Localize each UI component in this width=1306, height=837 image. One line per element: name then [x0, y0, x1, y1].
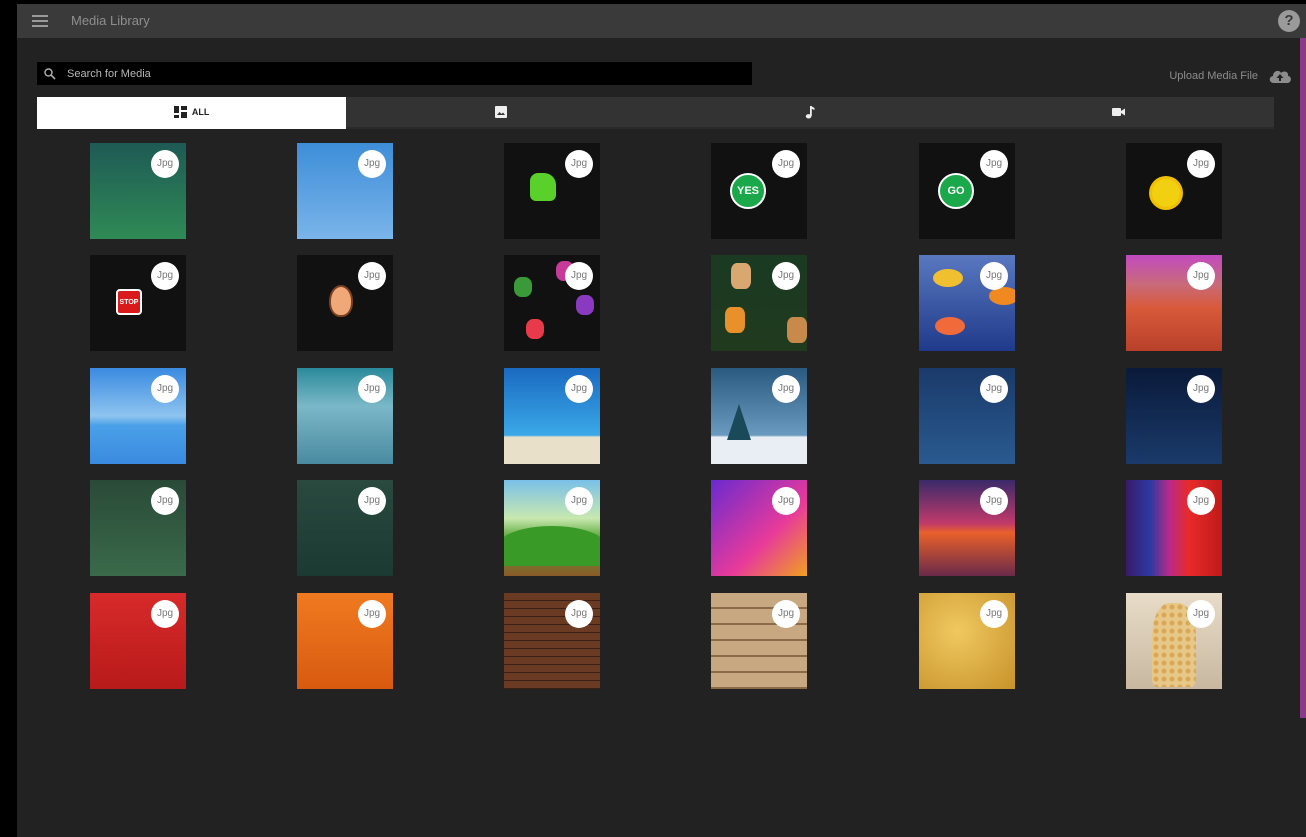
file-type-badge: Jpg — [980, 262, 1008, 290]
file-type-badge: Jpg — [565, 600, 593, 628]
animal-sticker — [725, 307, 745, 333]
file-type-badge: Jpg — [980, 150, 1008, 178]
media-thumbnail-monsters-stickers[interactable]: Jpg — [504, 255, 600, 351]
media-thumbnail-tropical-island[interactable]: Jpg — [90, 368, 186, 464]
music-note-icon — [805, 105, 815, 118]
search-icon — [44, 67, 56, 80]
tab-images[interactable] — [346, 97, 656, 129]
search-bar[interactable] — [37, 62, 752, 85]
media-thumbnail-paint-drips[interactable]: Jpg — [1126, 480, 1222, 576]
file-type-badge: Jpg — [151, 600, 179, 628]
file-type-badge: Jpg — [980, 487, 1008, 515]
app-title: Media Library — [71, 13, 150, 28]
file-type-badge: Jpg — [1187, 262, 1215, 290]
bald-face-sticker-art — [329, 285, 353, 317]
yes-button-sticker-art: YES — [730, 173, 766, 209]
monster-sticker — [576, 295, 594, 315]
file-type-badge: Jpg — [358, 600, 386, 628]
file-type-badge: Jpg — [1187, 487, 1215, 515]
media-library-window: Media Library ? Upload Media File ALL — [17, 4, 1306, 837]
media-thumbnail-night-forest[interactable]: Jpg — [919, 368, 1015, 464]
green-hills-art — [504, 526, 600, 566]
media-thumbnail-orange-texture[interactable]: Jpg — [297, 593, 393, 689]
file-type-badge: Jpg — [1187, 375, 1215, 403]
fish-sticker — [935, 317, 965, 335]
file-type-badge: Jpg — [358, 150, 386, 178]
animal-sticker — [787, 317, 807, 343]
snowy-trees-art — [727, 404, 751, 440]
monster-sticker — [514, 277, 532, 297]
image-icon — [494, 106, 507, 118]
upload-media-button[interactable]: Upload Media File — [1169, 68, 1292, 84]
file-type-badge: Jpg — [358, 487, 386, 515]
media-thumbnail-sun-sticker[interactable]: Jpg — [1126, 143, 1222, 239]
file-type-badge: Jpg — [565, 487, 593, 515]
tab-audio[interactable] — [655, 97, 965, 129]
file-type-badge: Jpg — [1187, 600, 1215, 628]
file-type-badge: Jpg — [151, 487, 179, 515]
media-thumbnail-green-hills[interactable]: Jpg — [504, 480, 600, 576]
file-type-badge: Jpg — [565, 375, 593, 403]
file-type-badge: Jpg — [772, 600, 800, 628]
file-type-badge: Jpg — [980, 375, 1008, 403]
monster-sticker — [526, 319, 544, 339]
media-thumbnail-stop-sign-sticker[interactable]: STOP Jpg — [90, 255, 186, 351]
tab-video[interactable] — [964, 97, 1274, 129]
file-type-badge: Jpg — [151, 150, 179, 178]
media-thumbnail-haunted-house[interactable]: Jpg — [90, 480, 186, 576]
media-thumbnail-yes-button-sticker[interactable]: YES Jpg — [711, 143, 807, 239]
media-thumbnail-snowy-trees[interactable]: Jpg — [711, 368, 807, 464]
media-thumbnail-cheetah-photo[interactable]: Jpg — [1126, 593, 1222, 689]
file-type-badge: Jpg — [565, 262, 593, 290]
media-thumbnail-underwater-seabed[interactable]: Jpg — [504, 368, 600, 464]
media-thumbnail-wooden-planks[interactable]: Jpg — [711, 593, 807, 689]
media-thumbnail-thumbs-up-sticker[interactable]: Jpg — [504, 143, 600, 239]
media-thumbnail-dark-cave[interactable]: Jpg — [1126, 368, 1222, 464]
grid-icon — [173, 106, 187, 118]
hamburger-menu-icon[interactable] — [32, 15, 48, 27]
animal-sticker — [731, 263, 751, 289]
video-camera-icon — [1112, 108, 1126, 116]
media-thumbnail-spooky-graveyard[interactable]: Jpg — [297, 480, 393, 576]
thumbs-up-sticker-art — [530, 173, 556, 201]
media-thumbnail-pink-sunset-sea[interactable]: Jpg — [919, 480, 1015, 576]
file-type-badge: Jpg — [358, 375, 386, 403]
tab-all-label: ALL — [191, 107, 210, 117]
media-thumbnail-gold-glitter[interactable]: Jpg — [919, 593, 1015, 689]
media-thumbnail-purple-pink-abstract[interactable]: Jpg — [711, 480, 807, 576]
file-type-badge: Jpg — [151, 262, 179, 290]
fish-sticker — [933, 269, 963, 287]
file-type-badge: Jpg — [980, 600, 1008, 628]
media-thumbnail-fish-underwater[interactable]: Jpg — [919, 255, 1015, 351]
tab-all[interactable]: ALL — [37, 97, 347, 129]
upload-label: Upload Media File — [1169, 70, 1258, 82]
media-thumbnail-bald-face-sticker[interactable]: Jpg — [297, 255, 393, 351]
file-type-badge: Jpg — [1187, 150, 1215, 178]
media-thumbnail-go-button-sticker[interactable]: GO Jpg — [919, 143, 1015, 239]
file-type-badge: Jpg — [358, 262, 386, 290]
top-bar: Media Library ? — [17, 4, 1306, 38]
search-input[interactable] — [67, 67, 707, 80]
media-thumbnail-underwater-reef[interactable]: Jpg — [297, 368, 393, 464]
media-thumbnail-red-paper-texture[interactable]: Jpg — [90, 593, 186, 689]
media-thumbnail-teal-green-gradient[interactable]: Jpg — [90, 143, 186, 239]
media-thumbnail-red-canyon[interactable]: Jpg — [1126, 255, 1222, 351]
cloud-upload-icon — [1269, 70, 1291, 83]
file-type-badge: Jpg — [772, 487, 800, 515]
file-type-badge: Jpg — [772, 375, 800, 403]
go-button-sticker-art: GO — [938, 173, 974, 209]
media-thumbnail-jungle-animals[interactable]: Jpg — [711, 255, 807, 351]
help-icon[interactable]: ? — [1278, 10, 1300, 32]
file-type-badge: Jpg — [772, 262, 800, 290]
file-type-badge: Jpg — [565, 150, 593, 178]
scrollbar-thumb[interactable] — [1300, 38, 1306, 718]
media-thumbnail-brick-wall[interactable]: Jpg — [504, 593, 600, 689]
media-type-tabs: ALL — [37, 97, 1274, 129]
media-thumbnail-blue-sky-clouds[interactable]: Jpg — [297, 143, 393, 239]
file-type-badge: Jpg — [772, 150, 800, 178]
sun-sticker-art — [1152, 179, 1180, 207]
file-type-badge: Jpg — [151, 375, 179, 403]
stop-sign-sticker-art: STOP — [116, 289, 142, 315]
